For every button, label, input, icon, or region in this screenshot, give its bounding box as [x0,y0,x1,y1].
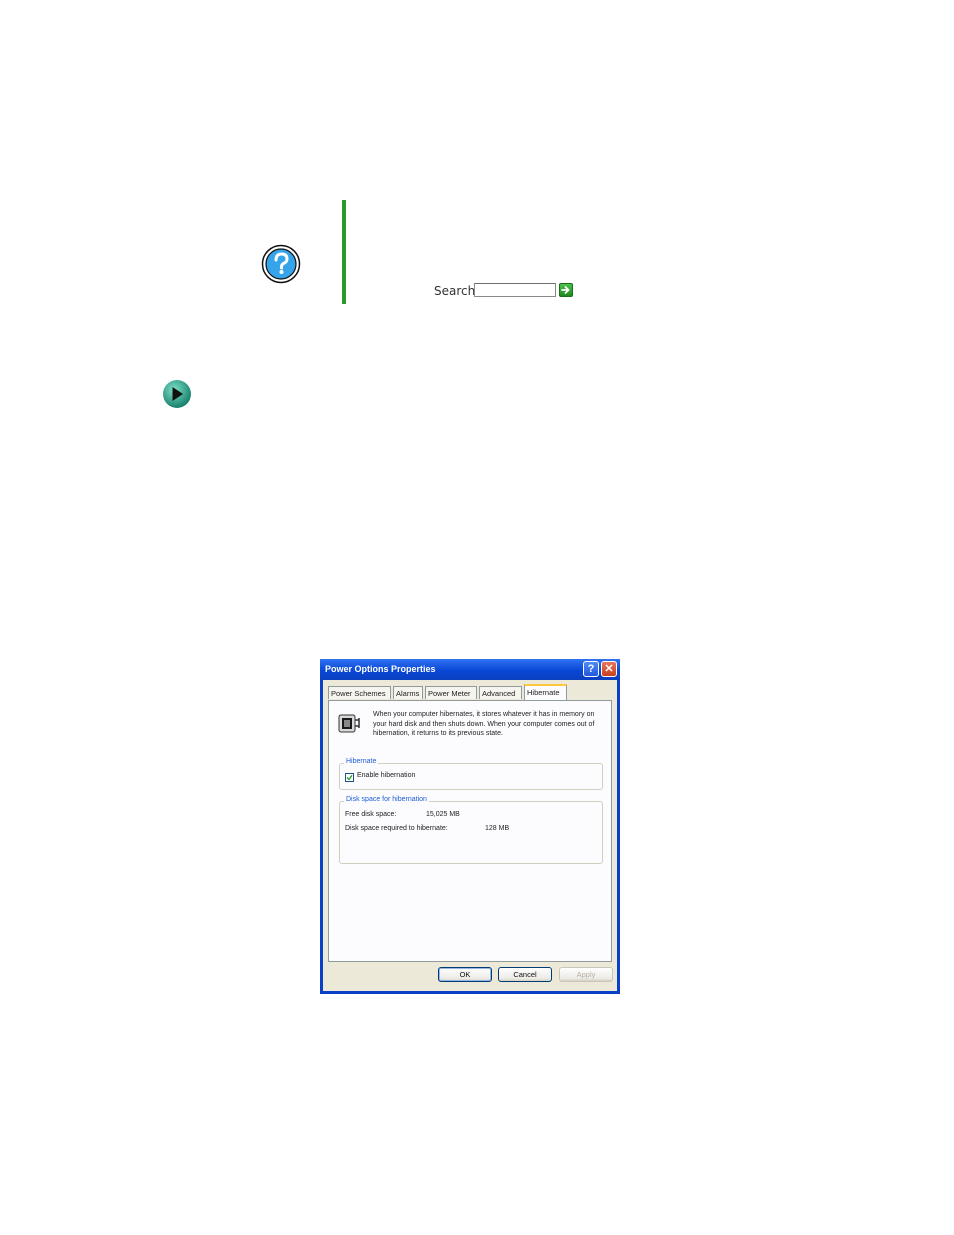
checkmark-icon [346,774,353,781]
hibernate-panel: When your computer hibernates, it stores… [328,700,612,962]
free-disk-space-value: 15,025 MB [426,811,460,818]
dialog-title: Power Options Properties [325,664,436,674]
cancel-button[interactable]: Cancel [498,967,552,982]
close-button[interactable]: ✕ [601,661,617,677]
required-disk-space-label: Disk space required to hibernate: [345,825,448,832]
dialog-titlebar[interactable]: Power Options Properties ? ✕ [320,659,620,680]
power-options-dialog: Power Options Properties ? ✕ Power Schem… [320,659,620,994]
arrow-bullet-icon [162,379,192,409]
hibernate-group-legend: Hibernate [344,758,379,765]
sidebar-accent-bar [342,200,346,304]
go-arrow-icon [561,286,570,294]
dialog-client-area: Power Schemes Alarms Power Meter Advance… [323,680,617,991]
apply-button[interactable]: Apply [559,967,613,982]
free-disk-space-label: Free disk space: [345,811,397,818]
enable-hibernation-checkbox[interactable] [345,773,354,782]
help-button[interactable]: ? [583,661,599,677]
tab-power-schemes[interactable]: Power Schemes [328,686,391,699]
disk-space-group: Disk space for hibernation Free disk spa… [339,796,603,864]
tab-alarms[interactable]: Alarms [393,686,423,699]
tab-hibernate[interactable]: Hibernate [524,684,567,700]
ok-button[interactable]: OK [438,967,492,982]
search-input[interactable] [474,283,556,297]
intro-text: When your computer hibernates, it stores… [373,711,595,737]
tab-advanced[interactable]: Advanced [479,686,522,699]
disk-space-group-legend: Disk space for hibernation [344,796,429,803]
hibernate-group: Hibernate Enable hibernation [339,758,603,790]
battery-plug-icon [337,711,363,735]
help-circle-icon [261,244,301,284]
enable-hibernation-label[interactable]: Enable hibernation [357,772,415,779]
tab-power-meter[interactable]: Power Meter [425,686,477,699]
search-go-button[interactable] [559,283,573,297]
required-disk-space-value: 128 MB [485,825,510,832]
search-label: Search [434,284,476,298]
